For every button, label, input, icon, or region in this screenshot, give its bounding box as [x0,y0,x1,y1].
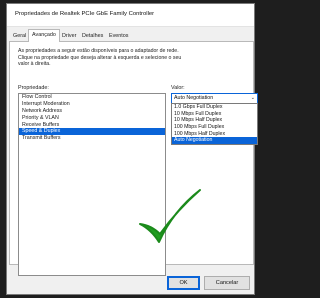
property-item-speed-duplex[interactable]: Speed & Duplex [19,128,165,136]
ok-button[interactable]: OK [167,276,200,290]
tab-driver[interactable]: Driver [62,32,76,40]
checkmark-icon [134,184,204,254]
advanced-panel: As propriedades a seguir estão disponíve… [9,41,258,276]
tab-eventos[interactable]: Eventos [109,32,128,40]
value-label: Valor: [171,85,185,91]
property-item-network-address[interactable]: Network Address [19,108,165,115]
property-item-receive-buffers[interactable]: Receive Buffers [19,122,165,129]
cancel-button[interactable]: Cancelar [204,276,250,290]
tab-avancado[interactable]: Avançado [28,29,60,42]
property-item-priority-vlan[interactable]: Priority & VLAN [19,115,165,122]
panel-description: As propriedades a seguir estão disponíve… [18,48,182,68]
property-label: Propriedade: [18,85,49,91]
tab-detalhes[interactable]: Detalhes [82,32,103,40]
property-item-interrupt-moderation[interactable]: Interrupt Moderation [19,101,165,108]
window-title: Propriedades de Realtek PCIe GbE Family … [15,11,155,17]
option-1gbps-full[interactable]: 1.0 Gbps Full Duplex [172,104,257,111]
value-dropdown-list[interactable]: 1.0 Gbps Full Duplex 10 Mbps Full Duplex… [171,103,258,146]
properties-dialog: Propriedades de Realtek PCIe GbE Family … [7,4,258,294]
option-100mbps-half[interactable]: 100 Mbps Half Duplex [172,131,257,138]
option-10mbps-half[interactable]: 10 Mbps Half Duplex [172,117,257,124]
property-item-transmit-buffers[interactable]: Transmit Buffers [19,135,165,142]
title-bar[interactable]: Propriedades de Realtek PCIe GbE Family … [7,4,254,27]
option-auto-negotiation[interactable]: Auto Negotiation [172,137,257,145]
chevron-down-icon[interactable]: ⌄ [251,94,255,103]
tab-geral[interactable]: Geral [13,32,26,40]
combobox-current-value: Auto Negotiation [174,95,214,101]
option-10mbps-full[interactable]: 10 Mbps Full Duplex [172,111,257,118]
property-item-flow-control[interactable]: Flow Control [19,94,165,101]
option-100mbps-full[interactable]: 100 Mbps Full Duplex [172,124,257,131]
